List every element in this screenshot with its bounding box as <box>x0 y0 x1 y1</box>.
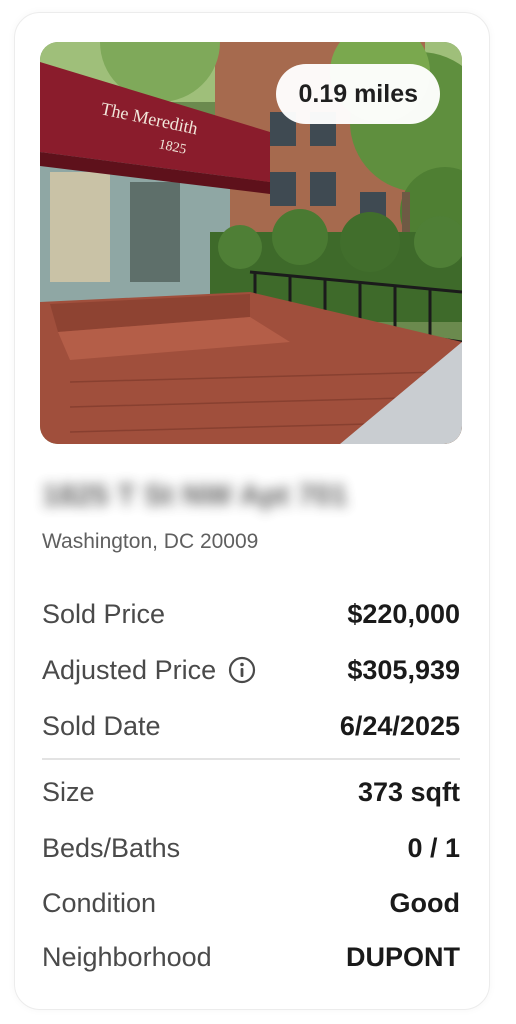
condition-value: Good <box>389 887 460 918</box>
condition-label: Condition <box>42 887 157 918</box>
sold-date-label: Sold Date <box>42 710 161 741</box>
sold-price-row: Sold Price $220,000 <box>42 594 460 634</box>
neighborhood-label: Neighborhood <box>42 941 212 972</box>
size-label: Size <box>42 776 95 807</box>
neighborhood-row: Neighborhood DUPONT <box>42 937 460 977</box>
sold-price-value: $220,000 <box>347 598 460 629</box>
info-icon[interactable] <box>228 656 256 684</box>
distance-badge: 0.19 miles <box>276 64 440 124</box>
sold-date-row: Sold Date 6/24/2025 <box>42 706 460 746</box>
section-divider <box>42 758 460 760</box>
city-state-zip: Washington, DC 20009 <box>42 530 259 553</box>
street-address-redacted: 1825 T St NW Apt 701 <box>42 479 348 512</box>
beds-baths-value: 0 / 1 <box>407 832 460 863</box>
sold-date-value: 6/24/2025 <box>339 710 460 741</box>
sold-price-label: Sold Price <box>42 598 166 629</box>
adjusted-price-label: Adjusted Price <box>42 654 217 685</box>
neighborhood-value: DUPONT <box>346 941 460 972</box>
beds-baths-row: Beds/Baths 0 / 1 <box>42 828 460 868</box>
size-row: Size 373 sqft <box>42 772 460 812</box>
adjusted-price-value: $305,939 <box>347 654 460 685</box>
adjusted-price-label-group: Adjusted Price <box>42 655 256 686</box>
size-value: 373 sqft <box>357 776 460 807</box>
beds-baths-label: Beds/Baths <box>42 832 181 863</box>
property-photo[interactable]: The Meredith 1825 0.19 miles <box>40 42 462 444</box>
adjusted-price-row: Adjusted Price $305,939 <box>42 650 460 690</box>
condition-row: Condition Good <box>42 883 460 923</box>
